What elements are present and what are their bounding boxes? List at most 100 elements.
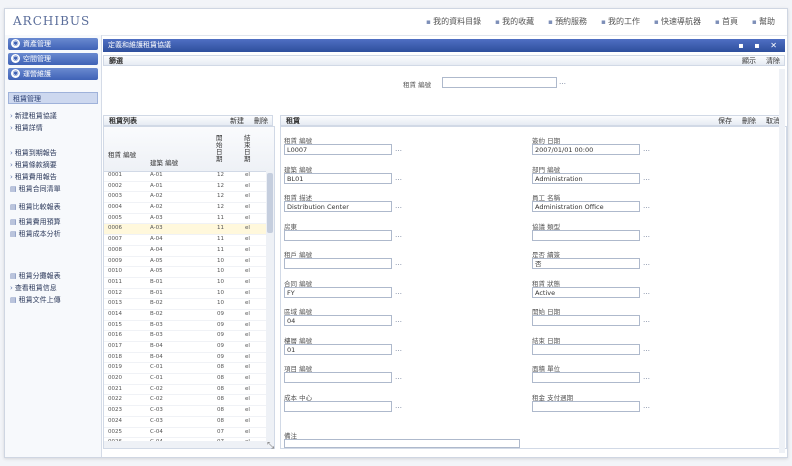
select-value-icon[interactable]: … [394, 315, 403, 326]
select-value-icon[interactable]: … [642, 372, 651, 383]
table-row[interactable]: 0020 C-01 08 el [104, 374, 266, 385]
sidebar-active-section[interactable]: 租賃管理 [8, 92, 98, 104]
sidebar-item[interactable]: › 租賃條款摘要 [10, 160, 57, 170]
form-field-input[interactable]: L0007 [284, 144, 392, 155]
table-row[interactable]: 0004 A-02 12 el [104, 203, 266, 214]
table-row[interactable]: 0007 A-04 11 el [104, 235, 266, 246]
form-field-input[interactable]: BL01 [284, 172, 392, 184]
top-menu-item[interactable]: 首頁 [715, 16, 738, 27]
form-field-input[interactable]: Administration Office [532, 201, 640, 212]
form-field-input[interactable]: Administration [532, 172, 640, 184]
top-menu-item[interactable]: 幫助 [752, 16, 775, 27]
top-menu-item[interactable]: 我的資料目錄 [426, 16, 481, 27]
table-row[interactable]: 0018 B-04 09 el [104, 353, 266, 364]
form-field-input[interactable] [532, 400, 640, 412]
sidebar-item[interactable]: ▤ 租賃費用預算 [10, 217, 61, 227]
table-row[interactable]: 0024 C-03 08 el [104, 417, 266, 428]
sidebar-item[interactable]: ▤ 租賃文件上傳 [10, 295, 61, 305]
table-row[interactable]: 0015 B-03 09 el [104, 321, 266, 332]
select-value-icon[interactable]: … [642, 258, 651, 269]
sidebar-item[interactable]: ▤ 租賃成本分析 [10, 229, 61, 239]
table-row[interactable]: 0003 A-02 12 el [104, 192, 266, 204]
show-button[interactable]: 顯示 [742, 56, 756, 67]
table-row[interactable]: 0012 B-01 10 el [104, 289, 266, 300]
table-row[interactable]: 0006 A-03 11 el [104, 224, 266, 236]
select-value-icon[interactable]: … [394, 258, 403, 269]
comments-field[interactable] [284, 439, 520, 448]
sidebar-item[interactable]: › 新建租賃協議 [10, 111, 57, 121]
select-value-icon[interactable]: … [394, 201, 403, 212]
form-field-input[interactable] [532, 343, 640, 355]
form-field-input[interactable] [284, 258, 392, 269]
form-field-input[interactable] [284, 229, 392, 241]
sidebar-item[interactable]: ▤ 租賃分攤報表 [10, 271, 61, 281]
scrollbar-thumb[interactable] [267, 173, 273, 233]
column-header[interactable]: 結束 日期 [244, 135, 252, 163]
sidebar-item[interactable]: ▤ 租賃比較報表 [10, 202, 61, 212]
form-field-input[interactable]: 否 [532, 258, 640, 269]
form-field-input[interactable]: FY [284, 286, 392, 298]
form-field-input[interactable] [284, 400, 392, 412]
resize-grip-icon[interactable]: ⤡ [267, 441, 274, 451]
select-value-icon[interactable]: … [394, 230, 403, 241]
table-row[interactable]: 0025 C-04 07 el [104, 428, 266, 439]
select-value-icon[interactable]: … [642, 201, 651, 212]
select-value-icon[interactable]: … [394, 144, 403, 155]
select-value-icon[interactable]: … [558, 77, 567, 88]
select-value-icon[interactable]: … [394, 173, 403, 184]
sidebar-button-operations[interactable]: ◉ 運營維護 [8, 68, 98, 80]
sidebar-button-space[interactable]: ◉ 空間管理 [8, 53, 98, 65]
select-value-icon[interactable]: … [394, 344, 403, 355]
select-value-icon[interactable]: … [642, 173, 651, 184]
sidebar-button-asset[interactable]: ◉ 資產管理 [8, 38, 98, 50]
form-field-input[interactable] [284, 372, 392, 383]
table-row[interactable]: 0014 B-02 09 el [104, 310, 266, 321]
column-header[interactable]: 開始 日期 [216, 135, 224, 163]
clear-button[interactable]: 清除 [766, 56, 780, 67]
form-field-input[interactable]: 2007/01/01 00:00 [532, 144, 640, 155]
table-row[interactable]: 0019 C-01 08 el [104, 363, 266, 375]
select-value-icon[interactable]: … [394, 401, 403, 412]
table-row[interactable]: 0017 B-04 09 el [104, 342, 266, 353]
table-row[interactable]: 0016 B-03 09 el [104, 331, 266, 342]
table-row[interactable]: 0013 B-02 10 el [104, 299, 266, 310]
form-field-input[interactable] [532, 372, 640, 383]
top-menu-item[interactable]: 快速導航器 [654, 16, 701, 27]
form-field-input[interactable]: Distribution Center [284, 201, 392, 212]
sidebar-item[interactable]: ▤ 租賃合同清單 [10, 184, 61, 194]
table-row[interactable]: 0010 A-05 10 el [104, 267, 266, 278]
window-controls[interactable]: ▪ ▪ ✕ [738, 39, 781, 52]
select-value-icon[interactable]: … [642, 230, 651, 241]
form-field-input[interactable]: 01 [284, 343, 392, 355]
filter-lease-input[interactable] [442, 77, 557, 88]
select-value-icon[interactable]: … [642, 287, 651, 298]
top-menu-item[interactable]: 預約服務 [548, 16, 587, 27]
table-row[interactable]: 0008 A-04 11 el [104, 246, 266, 257]
sidebar-item[interactable]: › 租賃到期報告 [10, 148, 57, 158]
select-value-icon[interactable]: … [642, 144, 651, 155]
sidebar-item[interactable]: › 查看租賃信息 [10, 283, 57, 293]
form-field-input[interactable] [532, 315, 640, 326]
select-value-icon[interactable]: … [394, 372, 403, 383]
table-row[interactable]: 0023 C-03 08 el [104, 406, 266, 417]
grid-vertical-scrollbar[interactable] [266, 171, 274, 448]
select-value-icon[interactable]: … [642, 315, 651, 326]
table-row[interactable]: 0009 A-05 10 el [104, 257, 266, 268]
form-field-input[interactable] [532, 229, 640, 241]
form-field-input[interactable]: 04 [284, 315, 392, 326]
table-row[interactable]: 0005 A-03 11 el [104, 214, 266, 225]
table-row[interactable]: 0002 A-01 12 el [104, 182, 266, 193]
main-vertical-scrollbar[interactable] [779, 69, 785, 453]
column-header[interactable]: 建築 編號 [150, 157, 178, 167]
select-value-icon[interactable]: … [394, 287, 403, 298]
table-row[interactable]: 0011 B-01 10 el [104, 278, 266, 289]
select-value-icon[interactable]: … [642, 401, 651, 412]
table-row[interactable]: 0022 C-02 08 el [104, 395, 266, 407]
top-menu-item[interactable]: 我的收藏 [495, 16, 534, 27]
sidebar-item[interactable]: › 租賃費用報告 [10, 172, 57, 182]
top-menu-item[interactable]: 我的工作 [601, 16, 640, 27]
table-row[interactable]: 0001 A-01 12 el [104, 171, 266, 182]
form-field-input[interactable]: Active [532, 286, 640, 298]
sidebar-item[interactable]: › 租賃詳情 [10, 123, 43, 133]
table-row[interactable]: 0021 C-02 08 el [104, 385, 266, 396]
